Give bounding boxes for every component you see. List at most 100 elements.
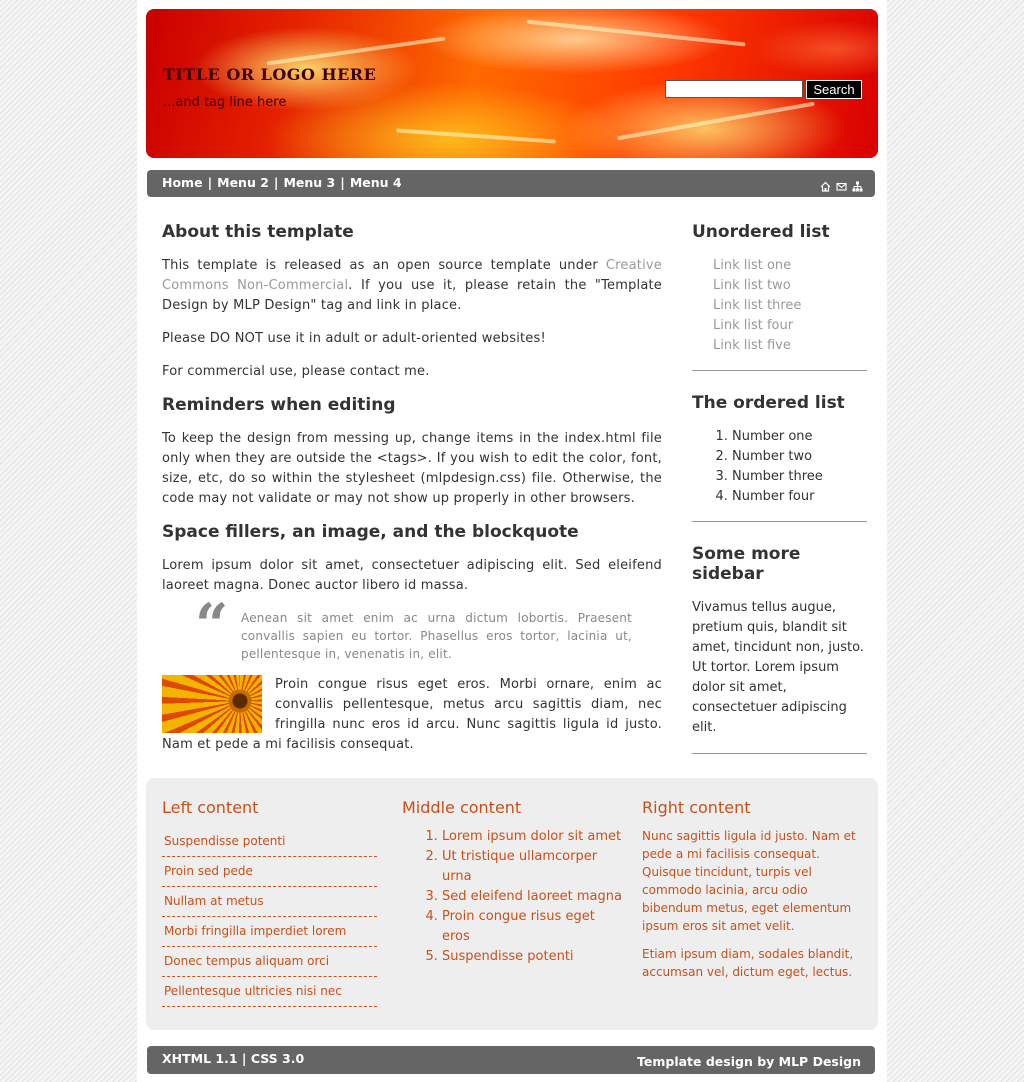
about-warning: Please DO NOT use it in adult or adult-o… bbox=[162, 331, 546, 346]
sidebar-link-four[interactable]: Link list four bbox=[713, 318, 793, 333]
list-item: Link list two bbox=[713, 276, 867, 296]
list-item: Number four bbox=[732, 487, 867, 507]
search-button[interactable]: Search bbox=[806, 80, 862, 99]
left-link[interactable]: Morbi fringilla imperdiet lorem bbox=[164, 924, 346, 938]
unordered-link-list: Link list one Link list two Link list th… bbox=[692, 256, 867, 356]
main-content: About this template This template is rel… bbox=[162, 222, 662, 768]
home-icon[interactable] bbox=[820, 177, 831, 192]
about-heading: About this template bbox=[162, 222, 354, 242]
list-item: Number two bbox=[732, 447, 867, 467]
bottom-separator: | bbox=[241, 1051, 247, 1066]
middle-link[interactable]: Proin congue risus eget eros bbox=[442, 909, 595, 944]
nav-separator: | bbox=[207, 175, 213, 190]
reminders-paragraph: To keep the design from messing up, chan… bbox=[162, 431, 662, 506]
list-item: Sed eleifend laoreet magna bbox=[442, 887, 622, 907]
nav-bar: Home | Menu 2 | Menu 3 | Menu 4 bbox=[147, 170, 875, 197]
banner-flame-streak bbox=[617, 101, 815, 141]
list-item: Suspendisse potenti bbox=[442, 947, 622, 967]
nav-item-menu-3[interactable]: Menu 3 bbox=[283, 175, 335, 190]
reminders-heading: Reminders when editing bbox=[162, 395, 396, 415]
fillers-heading: Space fillers, an image, and the blockqu… bbox=[162, 522, 579, 542]
middle-link[interactable]: Ut tristique ullamcorper urna bbox=[442, 849, 597, 884]
middle-content-heading: Middle content bbox=[402, 798, 522, 817]
more-sidebar-text: Vivamus tellus augue, pretium quis, blan… bbox=[692, 600, 864, 735]
image-paragraph: Proin congue risus eget eros. Morbi orna… bbox=[162, 675, 662, 768]
right-content-paragraph: Etiam ipsum diam, sodales blandit, accum… bbox=[642, 947, 854, 979]
middle-link[interactable]: Suspendisse potenti bbox=[442, 949, 574, 964]
right-content-column: Right content Nunc sagittis ligula id ju… bbox=[642, 798, 862, 991]
search-input[interactable] bbox=[665, 80, 803, 98]
site-title[interactable]: TITLE OR LOGO HERE bbox=[163, 65, 376, 84]
middle-link[interactable]: Lorem ipsum dolor sit amet bbox=[442, 829, 621, 844]
left-link[interactable]: Suspendisse potenti bbox=[164, 834, 285, 848]
sidebar: Unordered list Link list one Link list t… bbox=[692, 222, 867, 776]
blockquote: “ Aenean sit amet enim ac urna dictum lo… bbox=[195, 596, 632, 663]
middle-link-list: Lorem ipsum dolor sit amet Ut tristique … bbox=[402, 827, 622, 967]
list-item: Morbi fringilla imperdiet lorem bbox=[162, 917, 377, 947]
xhtml-link[interactable]: XHTML 1.1 bbox=[162, 1051, 238, 1066]
page-wrapper: TITLE OR LOGO HERE ...and tag line here … bbox=[137, 0, 887, 1082]
validation-links: XHTML 1.1 | CSS 3.0 bbox=[162, 1051, 304, 1066]
list-item: Proin congue risus eget eros bbox=[442, 907, 622, 947]
sidebar-link-one[interactable]: Link list one bbox=[713, 258, 791, 273]
list-item: Donec tempus aliquam orci bbox=[162, 947, 377, 977]
list-item: Link list one bbox=[713, 256, 867, 276]
left-link-list: Suspendisse potenti Proin sed pede Nulla… bbox=[162, 827, 377, 1007]
left-content-heading: Left content bbox=[162, 798, 259, 817]
nav-separator: | bbox=[273, 175, 279, 190]
more-sidebar-heading: Some more sidebar bbox=[692, 544, 801, 584]
left-link[interactable]: Proin sed pede bbox=[164, 864, 253, 878]
nav-item-menu-4[interactable]: Menu 4 bbox=[350, 175, 402, 190]
middle-content-column: Middle content Lorem ipsum dolor sit ame… bbox=[402, 798, 622, 967]
list-item: Link list four bbox=[713, 316, 867, 336]
about-commercial: For commercial use, please contact me. bbox=[162, 364, 430, 379]
list-item: Suspendisse potenti bbox=[162, 827, 377, 857]
quote-text: Aenean sit amet enim ac urna dictum lobo… bbox=[241, 611, 632, 661]
list-item: Number three bbox=[732, 467, 867, 487]
nav-links: Home | Menu 2 | Menu 3 | Menu 4 bbox=[162, 175, 402, 190]
mail-icon[interactable] bbox=[836, 177, 847, 191]
quote-mark-icon: “ bbox=[195, 591, 229, 659]
list-item: Ut tristique ullamcorper urna bbox=[442, 847, 622, 887]
ordered-list-heading: The ordered list bbox=[692, 393, 845, 413]
nav-item-home[interactable]: Home bbox=[162, 175, 203, 190]
list-item: Link list three bbox=[713, 296, 867, 316]
middle-link[interactable]: Sed eleifend laoreet magna bbox=[442, 889, 622, 904]
css-link[interactable]: CSS 3.0 bbox=[251, 1051, 304, 1066]
header-banner: TITLE OR LOGO HERE ...and tag line here … bbox=[146, 9, 878, 158]
bottom-bar: XHTML 1.1 | CSS 3.0 Template design by M… bbox=[147, 1046, 875, 1074]
left-content-column: Left content Suspendisse potenti Proin s… bbox=[162, 798, 377, 1007]
right-content-paragraph: Nunc sagittis ligula id justo. Nam et pe… bbox=[642, 829, 856, 933]
list-item: Number one bbox=[732, 427, 867, 447]
sidebar-divider bbox=[692, 521, 867, 522]
flower-image bbox=[162, 675, 262, 733]
site-tagline: ...and tag line here bbox=[163, 95, 287, 110]
designer-credit-link[interactable]: Template design by MLP Design bbox=[637, 1054, 861, 1069]
list-item: Link list five bbox=[713, 336, 867, 356]
list-item: Nullam at metus bbox=[162, 887, 377, 917]
fillers-paragraph: Lorem ipsum dolor sit amet, consectetuer… bbox=[162, 558, 662, 593]
about-text-start: This template is released as an open sou… bbox=[162, 258, 606, 273]
banner-flame-streak bbox=[526, 19, 746, 47]
list-item: Proin sed pede bbox=[162, 857, 377, 887]
left-link[interactable]: Nullam at metus bbox=[164, 894, 264, 908]
nav-item-menu-2[interactable]: Menu 2 bbox=[217, 175, 269, 190]
sidebar-divider bbox=[692, 370, 867, 371]
sidebar-link-five[interactable]: Link list five bbox=[713, 338, 791, 353]
right-content-heading: Right content bbox=[642, 798, 751, 817]
left-link[interactable]: Donec tempus aliquam orci bbox=[164, 954, 329, 968]
banner-flame-streak bbox=[396, 128, 556, 144]
left-link[interactable]: Pellentesque ultricies nisi nec bbox=[164, 984, 342, 998]
list-item: Lorem ipsum dolor sit amet bbox=[442, 827, 622, 847]
about-paragraph: This template is released as an open sou… bbox=[162, 256, 662, 316]
unordered-list-heading: Unordered list bbox=[692, 222, 830, 242]
list-item: Pellentesque ultricies nisi nec bbox=[162, 977, 377, 1007]
nav-separator: | bbox=[340, 175, 345, 190]
footer-content-panel: Left content Suspendisse potenti Proin s… bbox=[146, 778, 878, 1030]
banner-flame-streak bbox=[266, 36, 446, 66]
sitemap-icon[interactable] bbox=[852, 177, 863, 192]
sidebar-link-two[interactable]: Link list two bbox=[713, 278, 791, 293]
sidebar-link-three[interactable]: Link list three bbox=[713, 298, 801, 313]
ordered-list: Number one Number two Number three Numbe… bbox=[692, 427, 867, 507]
nav-icons bbox=[820, 177, 863, 192]
